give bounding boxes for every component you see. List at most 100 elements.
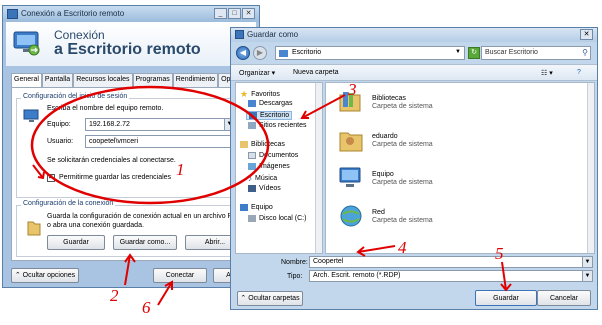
login-prompt: Escriba el nombre del equipo remoto. bbox=[47, 105, 164, 112]
nav-item-sitios-recientes[interactable]: Sitios recientes bbox=[248, 122, 306, 129]
chevron-down-icon[interactable]: ▼ bbox=[582, 271, 592, 281]
network-icon bbox=[340, 205, 362, 227]
nav-computer[interactable]: Equipo bbox=[240, 204, 273, 211]
nav-item-label: Sitios recientes bbox=[259, 122, 307, 129]
tab-pantalla[interactable]: Pantalla bbox=[41, 73, 74, 87]
organize-menu[interactable]: Organizar ▾ bbox=[239, 69, 275, 77]
help-icon[interactable]: ? bbox=[577, 69, 581, 76]
file-type-label: Tipo: bbox=[287, 273, 303, 280]
save-button[interactable]: Guardar bbox=[47, 235, 105, 250]
save-credentials-checkbox[interactable]: ✓ bbox=[47, 174, 55, 182]
file-type-select[interactable]: Arch. Escrit. remoto (*.RDP) ▼ bbox=[309, 270, 593, 282]
login-settings-group: Configuración del inicio de sesión Escri… bbox=[16, 93, 254, 198]
file-list-scrollbar[interactable] bbox=[587, 83, 594, 253]
nav-item-disco-local[interactable]: Disco local (C:) bbox=[248, 215, 306, 222]
save-as-window: Guardar como ✕ ◀ ▶ Escritorio ▼ ↻ Buscar… bbox=[230, 27, 598, 310]
cancel-button[interactable]: Cancelar bbox=[537, 290, 591, 306]
desktop-icon bbox=[279, 50, 288, 57]
address-bar[interactable]: Escritorio ▼ bbox=[275, 46, 465, 60]
nav-computer-label: Equipo bbox=[251, 204, 273, 211]
file-type-value: Arch. Escrit. remoto (*.RDP) bbox=[313, 272, 401, 279]
maximize-button[interactable]: □ bbox=[228, 8, 241, 19]
chevron-down-icon[interactable]: ▼ bbox=[582, 257, 592, 267]
save-as-button[interactable]: Guardar como... bbox=[113, 235, 177, 250]
search-input[interactable]: Buscar Escritorio ⚲ bbox=[481, 46, 591, 60]
tab-general[interactable]: General bbox=[11, 73, 42, 87]
computer-value: 192.168.2.72 bbox=[89, 121, 130, 128]
item-description: Carpeta de sistema bbox=[372, 103, 433, 110]
computer-combobox[interactable]: 192.168.2.72 ▼ bbox=[85, 118, 235, 131]
music-icon: ♪ bbox=[248, 174, 252, 183]
new-folder-button[interactable]: Nueva carpeta bbox=[293, 69, 339, 76]
user-label: Usuario: bbox=[47, 138, 74, 145]
user-field[interactable]: coopetel\vmceri bbox=[85, 135, 235, 148]
save-as-window-icon bbox=[235, 30, 244, 39]
tab-rendimiento[interactable]: Rendimiento bbox=[172, 73, 219, 87]
rdp-window-title: Conexión a Escritorio remoto bbox=[21, 9, 125, 18]
nav-favorites[interactable]: ★ Favoritos bbox=[240, 89, 280, 100]
item-description: Carpeta de sistema bbox=[372, 141, 433, 148]
filename-input[interactable]: Coopertel ▼ bbox=[309, 256, 593, 268]
desktop-icon bbox=[249, 112, 257, 119]
address-bar-row: ◀ ▶ Escritorio ▼ ↻ Buscar Escritorio ⚲ bbox=[231, 43, 597, 63]
forward-icon[interactable]: ▶ bbox=[253, 46, 267, 60]
hide-options-button[interactable]: ⌃ Ocultar opciones bbox=[11, 268, 79, 283]
close-button[interactable]: ✕ bbox=[242, 8, 255, 19]
connect-button[interactable]: Conectar bbox=[153, 268, 207, 283]
search-icon[interactable]: ⚲ bbox=[582, 48, 588, 57]
computer-icon bbox=[339, 167, 361, 187]
save-form: Nombre: Coopertel ▼ Tipo: Arch. Escrit. … bbox=[231, 256, 597, 286]
connection-description: Guarda la configuración de conexión actu… bbox=[47, 213, 243, 229]
view-options-icon[interactable]: ☷ ▾ bbox=[541, 69, 553, 77]
annotation-number-5: 5 bbox=[495, 244, 504, 263]
rdp-general-panel: Configuración del inicio de sesión Escri… bbox=[11, 87, 259, 261]
computer-icon bbox=[23, 109, 39, 122]
organize-label: Organizar bbox=[239, 70, 270, 77]
save-button[interactable]: Guardar bbox=[475, 290, 537, 306]
connection-group-title: Configuración de la conexión bbox=[21, 200, 116, 207]
nav-item-descargas[interactable]: Descargas bbox=[248, 100, 292, 107]
nav-item-imagenes[interactable]: Imágenes bbox=[248, 163, 290, 170]
nav-libraries[interactable]: Bibliotecas bbox=[240, 141, 285, 148]
close-button[interactable]: ✕ bbox=[580, 29, 593, 40]
tab-recursos-locales[interactable]: Recursos locales bbox=[73, 73, 133, 87]
list-item[interactable]: Bibliotecas Carpeta de sistema bbox=[338, 89, 538, 123]
nav-item-label: Disco local (C:) bbox=[259, 215, 307, 222]
item-name: Bibliotecas bbox=[372, 95, 406, 102]
refresh-icon[interactable]: ↻ bbox=[468, 47, 480, 59]
back-icon[interactable]: ◀ bbox=[236, 46, 250, 60]
drive-icon bbox=[248, 215, 256, 222]
libraries-icon bbox=[240, 141, 248, 148]
nav-item-documentos[interactable]: Documentos bbox=[248, 152, 298, 159]
list-item[interactable]: Red Carpeta de sistema bbox=[338, 203, 538, 237]
save-credentials-label: Permitirme guardar las credenciales bbox=[59, 174, 172, 181]
minimize-button[interactable]: _ bbox=[214, 8, 227, 19]
search-placeholder: Buscar Escritorio bbox=[485, 49, 538, 56]
nav-item-label: Vídeos bbox=[259, 185, 281, 192]
nav-item-videos[interactable]: Vídeos bbox=[248, 185, 281, 192]
pictures-icon bbox=[248, 163, 256, 170]
credentials-note: Se solicitarán credenciales al conectars… bbox=[47, 157, 176, 164]
annotation-number-1: 1 bbox=[176, 160, 185, 179]
item-description: Carpeta de sistema bbox=[372, 217, 433, 224]
hide-options-label: Ocultar opciones bbox=[22, 272, 76, 279]
hide-folders-button[interactable]: ⌃ Ocultar carpetas bbox=[237, 291, 303, 306]
nav-scrollbar[interactable] bbox=[315, 83, 322, 253]
user-value: coopetel\vmceri bbox=[89, 138, 139, 145]
nav-item-escritorio[interactable]: Escritorio bbox=[246, 111, 293, 120]
chevron-down-icon[interactable]: ▼ bbox=[455, 49, 461, 55]
annotation-number-3: 3 bbox=[348, 80, 357, 99]
item-name: eduardo bbox=[372, 133, 398, 140]
list-item[interactable]: Equipo Carpeta de sistema bbox=[338, 165, 538, 199]
item-name: Equipo bbox=[372, 171, 394, 178]
folder-icon bbox=[27, 221, 41, 236]
item-description: Carpeta de sistema bbox=[372, 179, 433, 186]
list-item[interactable]: eduardo Carpeta de sistema bbox=[338, 127, 538, 161]
command-bar: Organizar ▾ Nueva carpeta ☷ ▾ ? bbox=[231, 64, 597, 81]
item-name: Red bbox=[372, 209, 385, 216]
navigation-pane: ★ Favoritos Descargas Escritorio Sitios … bbox=[235, 82, 323, 254]
nav-item-musica[interactable]: ♪ Música bbox=[248, 174, 277, 183]
rdp-banner-line2: a Escritorio remoto bbox=[54, 41, 201, 58]
tab-programas[interactable]: Programas bbox=[132, 73, 173, 87]
address-path: Escritorio bbox=[292, 49, 322, 56]
